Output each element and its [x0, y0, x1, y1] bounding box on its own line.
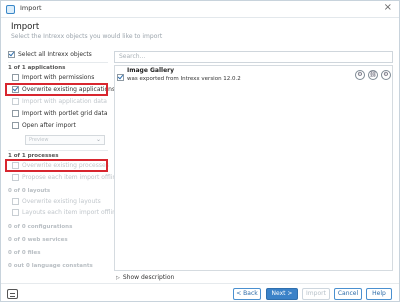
checkbox[interactable] [12, 110, 19, 117]
title-bar: Import × [1, 1, 399, 18]
help-button[interactable]: Help [366, 288, 392, 300]
divider [8, 62, 108, 63]
files-section-title: 0 of 0 files [8, 250, 41, 256]
page-subtitle: Select the Intrexx objects you would lik… [11, 33, 163, 40]
language-constants-section-title: 0 out 0 language constants [8, 263, 93, 269]
configurations-section-title: 0 of 0 configurations [8, 224, 73, 230]
highlight-box-applications [5, 83, 108, 96]
select-all-label: Select all Intrexx objects [18, 51, 92, 58]
open-after-import-select[interactable]: Preview ⌄ [25, 135, 105, 145]
checkbox[interactable] [12, 174, 19, 181]
cancel-button[interactable]: Cancel [334, 288, 362, 300]
select-all-checkbox[interactable]: Select all Intrexx objects [8, 51, 92, 58]
highlight-box-processes [5, 159, 108, 172]
option-label: Import with application data [22, 98, 107, 105]
checkbox[interactable] [12, 122, 19, 129]
option-label: Import with portlet grid data [22, 110, 108, 117]
checkbox[interactable] [12, 198, 19, 205]
keyboard-icon[interactable] [7, 289, 18, 299]
option-label: Propose each item import offline [22, 174, 120, 181]
checkbox[interactable] [117, 74, 124, 81]
option-import-with-portlet-grid-data[interactable]: Import with portlet grid data [12, 110, 108, 117]
close-icon[interactable]: × [384, 2, 392, 13]
option-overwrite-existing-layouts[interactable]: Overwrite existing layouts [12, 198, 101, 205]
show-description-label: Show description [122, 274, 175, 281]
option-open-after-import[interactable]: Open after import [12, 122, 76, 129]
checkbox[interactable] [12, 74, 19, 81]
page-title: Import [11, 22, 40, 32]
item-description: was exported from Intrexx version 12.0.2 [127, 76, 241, 82]
search-input[interactable]: Search... [114, 51, 393, 63]
list-item[interactable]: Image Gallery was exported from Intrexx … [115, 66, 392, 84]
divider [8, 150, 108, 151]
dialog-header: Import Select the Intrexx objects you wo… [1, 19, 399, 45]
checkbox[interactable] [8, 51, 15, 58]
select-value: Preview [29, 137, 49, 143]
checkbox[interactable] [12, 98, 19, 105]
import-dialog: Import × Import Select the Intrexx objec… [0, 0, 400, 302]
options-pane: Select all Intrexx objects 1 of 1 applic… [1, 47, 120, 279]
app-icon [6, 5, 15, 14]
next-button[interactable]: Next > [266, 288, 298, 300]
chevron-right-icon: ▷ [116, 275, 120, 281]
option-propose-process-import[interactable]: Propose each item import offline [12, 174, 120, 181]
option-import-with-permissions[interactable]: Import with permissions [12, 74, 94, 81]
web-services-section-title: 0 of 0 web services [8, 237, 68, 243]
option-label: Import with permissions [22, 74, 95, 81]
item-checkbox[interactable] [117, 67, 124, 86]
window-title: Import [20, 4, 42, 12]
gear-icon[interactable]: ⚙ [355, 70, 365, 80]
option-label: Open after import [22, 122, 76, 129]
option-import-with-application-data[interactable]: Import with application data [12, 98, 107, 105]
back-button[interactable]: < Back [233, 288, 261, 300]
import-button[interactable]: Import [302, 288, 330, 300]
chevron-down-icon: ⌄ [95, 136, 101, 143]
item-name: Image Gallery [127, 67, 175, 74]
settings-icon[interactable]: ⚙ [381, 70, 391, 80]
option-label: Overwrite existing layouts [22, 198, 101, 205]
option-label: Layouts each item import offline [22, 209, 120, 216]
objects-pane: Search... Image Gallery was exported fro… [114, 47, 393, 281]
layouts-section-title: 0 of 0 layouts [8, 188, 51, 194]
link-icon[interactable]: ⛓ [368, 70, 378, 80]
objects-list: Image Gallery was exported from Intrexx … [114, 65, 393, 271]
show-description-toggle[interactable]: ▷ Show description [116, 274, 174, 281]
dialog-footer: < Back Next > Import Cancel Help [1, 283, 399, 302]
option-layouts-import-offline[interactable]: Layouts each item import offline [12, 209, 120, 216]
checkbox[interactable] [12, 209, 19, 216]
applications-section-title: 1 of 1 applications [8, 65, 66, 71]
